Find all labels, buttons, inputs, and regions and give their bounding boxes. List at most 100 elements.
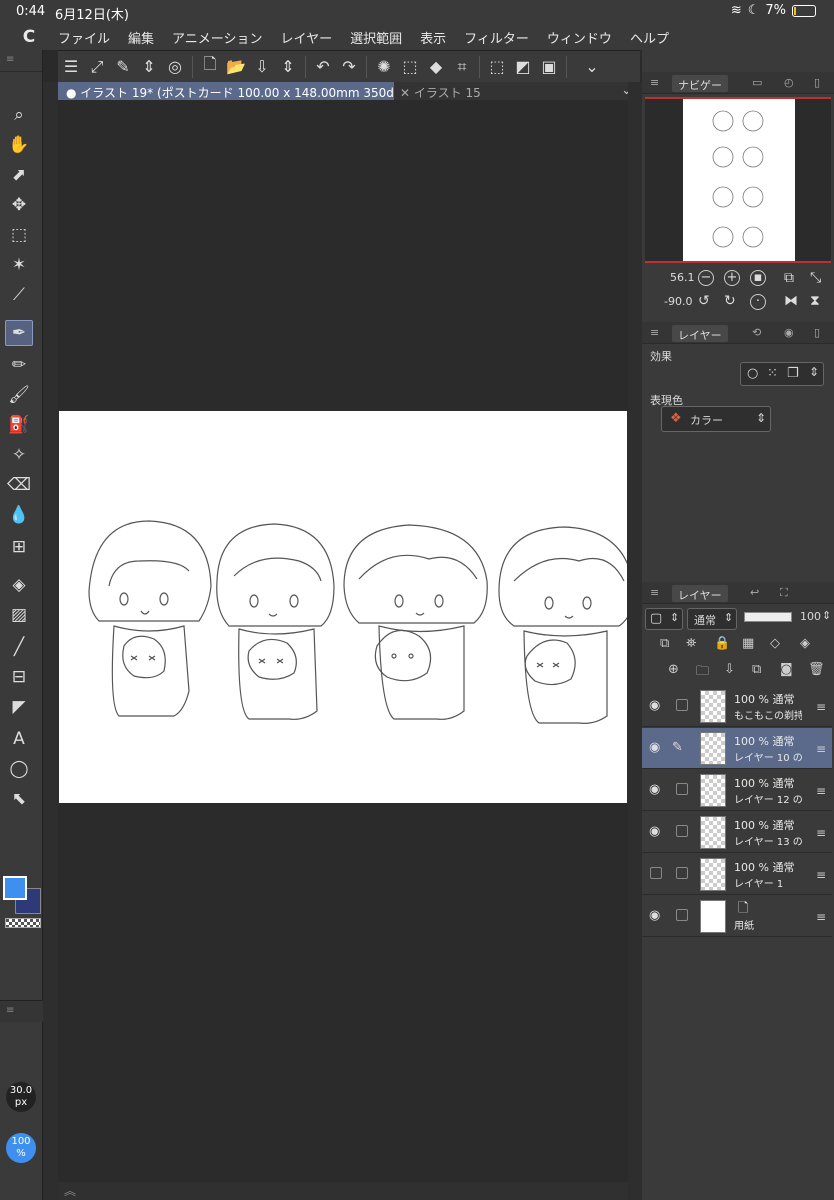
actual-size-icon[interactable]: ⧉ — [784, 270, 794, 286]
app-logo-icon[interactable]: C — [0, 27, 58, 47]
tab-active-document[interactable]: ● イラスト 19* (ポストカード 100.00 x 148.00mm 350… — [58, 82, 394, 100]
zoom-out-icon[interactable]: − — [698, 270, 714, 286]
border-effect-icon[interactable]: ○ — [747, 366, 758, 381]
eraser-tool-icon[interactable]: ⌫ — [5, 472, 33, 498]
object-tool-icon[interactable]: ⬈ — [5, 162, 33, 188]
canvas-paper[interactable] — [59, 411, 627, 803]
transform-icon[interactable]: ⌗ — [449, 54, 475, 80]
hand-tool-icon[interactable]: ✋ — [5, 132, 33, 158]
layer-row[interactable]: ◉ 100 % 通常 レイヤー 13 のコピ ≡ — [642, 812, 832, 853]
navigator-preview[interactable] — [645, 97, 831, 263]
frame-tool-icon[interactable]: ⊟ — [5, 664, 33, 690]
figure-tool-icon[interactable]: ⊞ — [5, 534, 33, 560]
info-icon[interactable]: ◴ — [784, 76, 800, 90]
drag-handle-icon[interactable]: ≡ — [816, 868, 826, 882]
layer-checkbox[interactable] — [676, 699, 688, 711]
layer-checkbox[interactable] — [676, 909, 688, 921]
drag-handle-icon[interactable]: ≡ — [816, 784, 826, 798]
balloon-tool-icon[interactable]: ◯ — [5, 756, 33, 782]
layer-row[interactable]: 100 % 通常 レイヤー 1 ≡ — [642, 854, 832, 895]
drag-handle-icon[interactable]: ≡ — [816, 910, 826, 924]
layer-type-select[interactable]: ▢ ⇕ — [645, 608, 683, 630]
layer-mask-icon[interactable]: ◙ — [780, 662, 793, 677]
flip-horizontal-icon[interactable]: ⧓ — [784, 293, 798, 309]
expression-color-select[interactable]: ❖ カラー ⇕ — [661, 406, 771, 432]
reset-rotation-icon[interactable]: · — [750, 294, 766, 310]
eye-icon[interactable]: ◉ — [649, 908, 663, 923]
tone-effect-icon[interactable]: ⁙ — [767, 366, 778, 381]
lock-transparency-icon[interactable]: ▦ — [742, 636, 754, 651]
menu-animation[interactable]: アニメーション — [172, 28, 262, 47]
new-raster-layer-icon[interactable]: ⊕ — [668, 662, 679, 677]
move-tool-icon[interactable]: ✥ — [5, 192, 33, 218]
drag-handle-icon[interactable]: ≡ — [816, 826, 826, 840]
layer-color-effect-icon[interactable]: ❐ — [787, 366, 799, 381]
panel-menu-icon[interactable]: ≡ — [650, 326, 666, 340]
blend-mode-select[interactable]: 通常 ⇕ — [687, 608, 737, 630]
fit-window-icon[interactable]: ⤡ — [810, 270, 821, 286]
opacity-slider[interactable] — [744, 612, 792, 622]
auto-select-tool-icon[interactable]: ✶ — [5, 252, 33, 278]
history-tab-icon[interactable]: ↩ — [750, 586, 766, 600]
tab-navigator[interactable]: ナビゲー — [672, 75, 728, 92]
brush-tool-icon[interactable]: 🖌 — [5, 382, 33, 408]
main-color-swatch[interactable] — [3, 876, 27, 900]
correct-line-tool-icon[interactable]: ⬉ — [5, 786, 33, 812]
drag-handle-icon[interactable]: ≡ — [816, 742, 826, 756]
tool-property-icon[interactable]: ⟲ — [752, 326, 768, 340]
panel-menu-icon[interactable]: ≡ — [650, 76, 666, 90]
redo-icon[interactable]: ↷ — [336, 54, 362, 80]
text-tool-icon[interactable]: A — [5, 726, 33, 752]
mask-enable-icon[interactable]: ◇ — [770, 636, 780, 651]
chevron-updown-icon[interactable]: ⇕ — [275, 54, 301, 80]
chevron-updown-icon[interactable]: ⇕ — [136, 54, 162, 80]
menu-layer[interactable]: レイヤー — [281, 28, 333, 47]
deselect-icon[interactable]: ⬚ — [484, 54, 510, 80]
fill-tool-icon[interactable]: ◈ — [5, 572, 33, 598]
loading-spinner-icon[interactable]: ✺ — [371, 54, 397, 80]
menu-window[interactable]: ウィンドウ — [547, 28, 612, 47]
selection-tool-icon[interactable]: ⬚ — [5, 222, 33, 248]
layer-checkbox[interactable] — [676, 867, 688, 879]
brush-size-badge[interactable]: 30.0 px — [6, 1082, 36, 1112]
decoration-tool-icon[interactable]: ✧ — [5, 442, 33, 468]
lock-icon[interactable]: 🔒 — [714, 636, 730, 651]
layer-checkbox[interactable] — [676, 825, 688, 837]
eye-icon[interactable]: ◉ — [649, 782, 663, 797]
hamburger-menu-icon[interactable]: ☰ — [58, 54, 84, 80]
invert-selection-icon[interactable]: ◩ — [510, 54, 536, 80]
layer-opacity-value[interactable]: 100 — [800, 610, 821, 623]
menu-filter[interactable]: フィルター — [464, 28, 529, 47]
menu-selection[interactable]: 選択範囲 — [350, 28, 402, 47]
sub-view-icon[interactable]: ▭ — [752, 76, 768, 90]
zoom-tool-icon[interactable]: ⌕ — [5, 102, 33, 128]
line-tool-icon[interactable]: ╱ — [5, 634, 33, 660]
panel-menu-icon[interactable]: ≡ — [650, 586, 666, 600]
eyedropper-tool-icon[interactable]: ⟋ — [5, 282, 33, 308]
companion-mode-icon[interactable]: ◎ — [162, 54, 188, 80]
merge-down-icon[interactable]: ⧉ — [752, 662, 761, 677]
transparent-color-swatch[interactable] — [5, 918, 41, 928]
show-selection-icon[interactable]: ▣ — [536, 54, 562, 80]
chevron-updown-icon[interactable]: ⇕ — [756, 411, 766, 425]
chevron-down-icon[interactable]: ⌄ — [579, 54, 605, 80]
ruler-tool-icon[interactable]: ◤ — [5, 694, 33, 720]
chevron-updown-icon[interactable]: ⇕ — [809, 365, 819, 379]
effect-buttons[interactable]: ○ ⁙ ❐ ⇕ — [740, 362, 824, 386]
fill-icon[interactable]: ◆ — [423, 54, 449, 80]
layer-row-paper[interactable]: ◉ 🗋 用紙 ≡ — [642, 896, 832, 937]
material-tab-icon[interactable]: ⛶ — [780, 586, 796, 600]
menu-help[interactable]: ヘルプ — [630, 28, 669, 47]
tab-layer[interactable]: レイヤー — [672, 585, 728, 602]
pen-tool-icon[interactable]: ✒ — [5, 320, 33, 346]
mask-display-icon[interactable]: ◈ — [800, 636, 810, 651]
menu-file[interactable]: ファイル — [58, 28, 110, 47]
undo-icon[interactable]: ↶ — [310, 54, 336, 80]
fit-screen-icon[interactable]: ⤢ — [84, 54, 110, 80]
gradient-tool-icon[interactable]: ▨ — [5, 602, 33, 628]
panel-more-icon[interactable]: ▯ — [814, 76, 830, 90]
airbrush-tool-icon[interactable]: ⛽ — [5, 412, 33, 438]
layer-row[interactable]: ◉ 100 % 通常 もこもこの剃持の ≡ — [642, 686, 832, 727]
chevron-up-icon[interactable]: ︽ — [64, 1184, 76, 1198]
panel-more-icon[interactable]: ▯ — [814, 326, 830, 340]
